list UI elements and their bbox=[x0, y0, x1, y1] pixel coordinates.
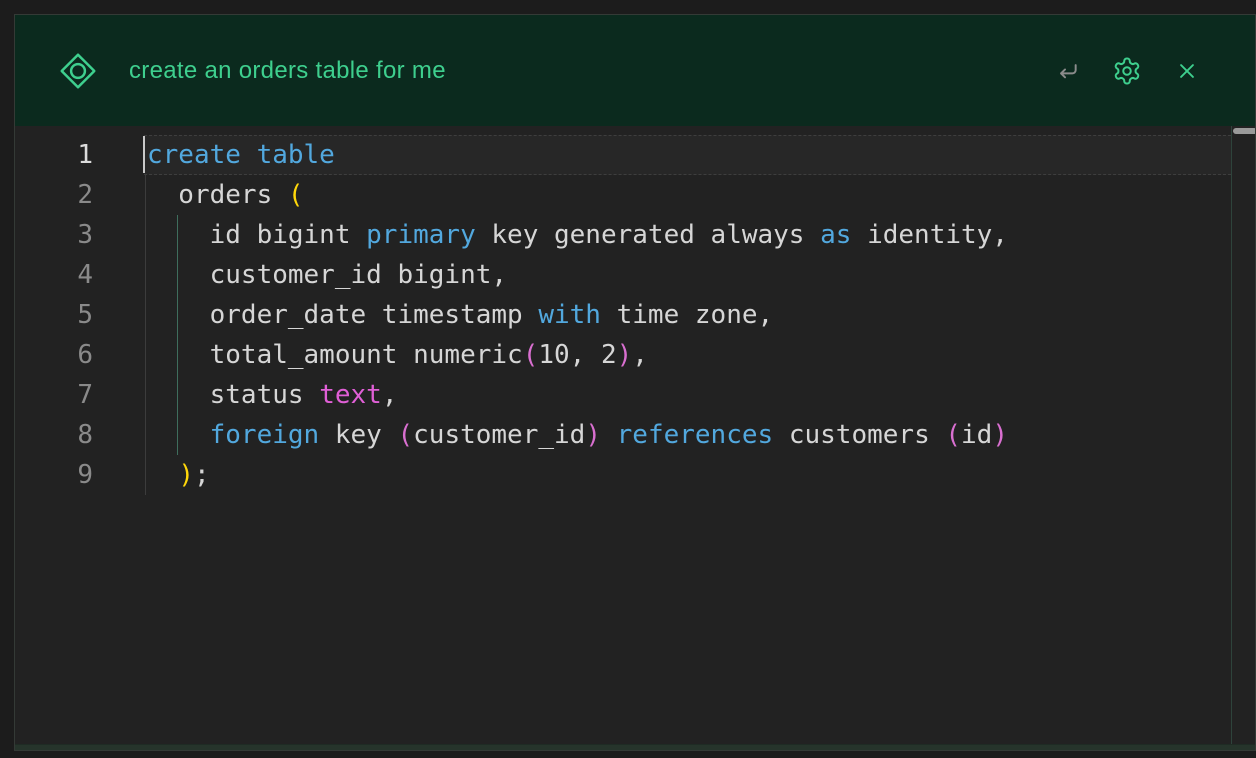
code-token: ) bbox=[992, 420, 1008, 450]
gear-icon[interactable] bbox=[1112, 56, 1142, 86]
code-token: ( bbox=[945, 420, 961, 450]
code-text: create table bbox=[147, 135, 335, 175]
code-token: ( bbox=[523, 340, 539, 370]
text-cursor bbox=[143, 136, 145, 173]
code-token: order_date timestamp bbox=[147, 300, 538, 330]
assistant-prompt-bar: create an orders table for me bbox=[15, 15, 1255, 126]
line-number: 1 bbox=[15, 135, 93, 175]
code-line[interactable]: 1 create table bbox=[15, 135, 1255, 175]
code-line[interactable]: 2 orders ( bbox=[15, 175, 1255, 215]
supabase-diamond-icon bbox=[55, 48, 101, 94]
code-token: customer_id bbox=[413, 420, 585, 450]
code-token bbox=[601, 420, 617, 450]
header-actions bbox=[1054, 56, 1200, 86]
code-token: key generated always bbox=[476, 220, 820, 250]
code-token: ; bbox=[194, 460, 210, 490]
code-token: status bbox=[147, 380, 319, 410]
code-token: , bbox=[632, 340, 648, 370]
code-token: ( bbox=[288, 180, 304, 210]
code-line[interactable]: 7 status text, bbox=[15, 375, 1255, 415]
code-token: ) bbox=[178, 460, 194, 490]
code-text: total_amount numeric(10, 2), bbox=[147, 335, 648, 375]
line-number: 2 bbox=[15, 175, 93, 215]
code-token: time zone, bbox=[601, 300, 773, 330]
code-line[interactable]: 6 total_amount numeric(10, 2), bbox=[15, 335, 1255, 375]
code-token bbox=[147, 420, 210, 450]
line-number: 6 bbox=[15, 335, 93, 375]
code-line[interactable]: 8 foreign key (customer_id) references c… bbox=[15, 415, 1255, 455]
page-background: { "header": { "prompt": "create an order… bbox=[0, 0, 1256, 758]
code-token: as bbox=[820, 220, 851, 250]
code-token: primary bbox=[366, 220, 476, 250]
line-number: 5 bbox=[15, 295, 93, 335]
code-token: key bbox=[319, 420, 397, 450]
code-token: id bigint bbox=[147, 220, 366, 250]
line-number: 7 bbox=[15, 375, 93, 415]
close-icon[interactable] bbox=[1174, 58, 1200, 84]
code-token bbox=[147, 460, 178, 490]
code-token: ) bbox=[617, 340, 633, 370]
code-token: , bbox=[382, 380, 398, 410]
code-token: total_amount numeric bbox=[147, 340, 523, 370]
code-token: create table bbox=[147, 140, 335, 170]
code-token: foreign bbox=[210, 420, 320, 450]
code-text: foreign key (customer_id) references cus… bbox=[147, 415, 1008, 455]
code-token: ( bbox=[397, 420, 413, 450]
sql-editor[interactable]: 1create table2 orders (3 id bigint prima… bbox=[15, 126, 1255, 744]
line-number: 9 bbox=[15, 455, 93, 495]
line-number: 4 bbox=[15, 255, 93, 295]
code-text: orders ( bbox=[147, 175, 304, 215]
code-text: customer_id bigint, bbox=[147, 255, 507, 295]
code-line[interactable]: 3 id bigint primary key generated always… bbox=[15, 215, 1255, 255]
line-number: 3 bbox=[15, 215, 93, 255]
code-token: customers bbox=[773, 420, 945, 450]
code-token: with bbox=[538, 300, 601, 330]
code-line[interactable]: 9 ); bbox=[15, 455, 1255, 495]
code-text: ); bbox=[147, 455, 210, 495]
line-number: 8 bbox=[15, 415, 93, 455]
code-text: status text, bbox=[147, 375, 397, 415]
code-token: orders bbox=[147, 180, 288, 210]
code-token: id bbox=[961, 420, 992, 450]
ai-assistant-panel: create an orders table for me bbox=[14, 14, 1256, 751]
code-token: text bbox=[319, 380, 382, 410]
code-token: references bbox=[617, 420, 774, 450]
panel-footer-strip bbox=[15, 744, 1255, 750]
code-text: order_date timestamp with time zone, bbox=[147, 295, 773, 335]
return-arrow-icon[interactable] bbox=[1054, 58, 1080, 84]
prompt-input[interactable]: create an orders table for me bbox=[129, 57, 1054, 85]
editor-scrollbar-border bbox=[1231, 126, 1232, 744]
scrollbar-thumb[interactable] bbox=[1233, 128, 1255, 134]
code-text: id bigint primary key generated always a… bbox=[147, 215, 1008, 255]
code-token: identity, bbox=[851, 220, 1008, 250]
code-line[interactable]: 4 customer_id bigint, bbox=[15, 255, 1255, 295]
code-token: customer_id bigint, bbox=[147, 260, 507, 290]
code-token: ) bbox=[585, 420, 601, 450]
code-token: 10, 2 bbox=[538, 340, 616, 370]
code-line[interactable]: 5 order_date timestamp with time zone, bbox=[15, 295, 1255, 335]
